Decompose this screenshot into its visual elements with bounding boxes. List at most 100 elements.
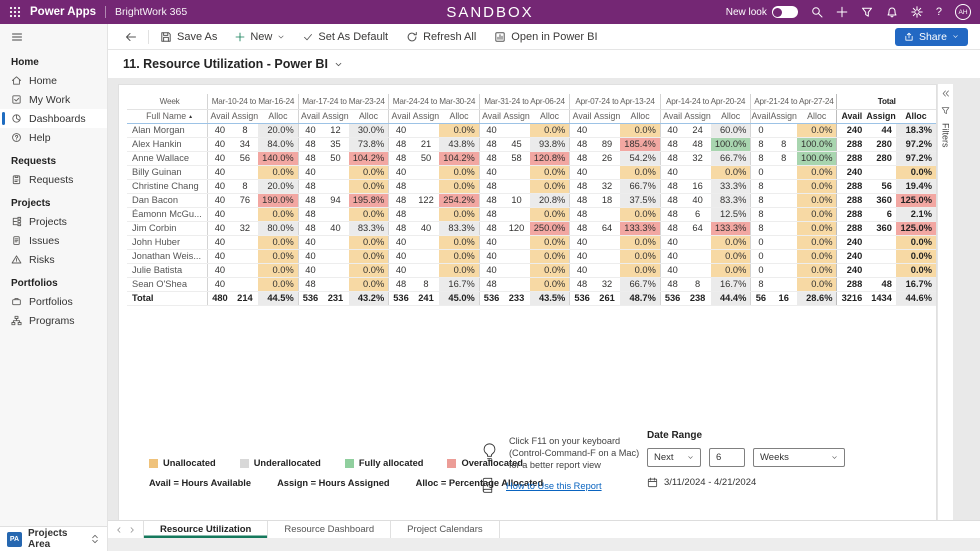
avatar[interactable]: AH: [955, 4, 971, 20]
waffle-icon[interactable]: [9, 6, 21, 18]
assign-cell: 32: [232, 221, 258, 235]
date-preset-dropdown[interactable]: Next: [647, 448, 701, 467]
date-count-input[interactable]: 6: [709, 448, 745, 467]
subcol-header-alloc[interactable]: Alloc: [711, 109, 751, 123]
report-tab-resource-dashboard[interactable]: Resource Dashboard: [268, 521, 391, 538]
subcol-header-assign[interactable]: Assign: [322, 109, 348, 123]
table-row: Jim Corbin403280.0%484083.3%484083.3%481…: [127, 221, 936, 235]
week-group-header[interactable]: Apr-07-24 to Apr-13-24: [570, 94, 661, 109]
sidebar-item-portfolios[interactable]: Portfolios: [0, 292, 107, 311]
subcol-header-avail[interactable]: Avail: [660, 109, 684, 123]
set-as-default-button[interactable]: Set As Default: [294, 24, 397, 49]
week-group-header[interactable]: Mar-24-24 to Mar-30-24: [389, 94, 480, 109]
week-group-header[interactable]: Mar-10-24 to Mar-16-24: [208, 94, 299, 109]
subcol-header-assign[interactable]: Assign: [594, 109, 620, 123]
save-as-button[interactable]: Save As: [151, 24, 226, 49]
avail-cell: 48: [389, 221, 413, 235]
subcol-header-alloc[interactable]: Alloc: [896, 109, 936, 123]
new-label: New: [250, 31, 272, 43]
title-chevron-icon[interactable]: [334, 60, 343, 69]
subcol-header-assign[interactable]: Assign: [770, 109, 796, 123]
sidebar-item-issues[interactable]: Issues: [0, 231, 107, 250]
filters-funnel-icon[interactable]: [941, 106, 950, 115]
table-total-row: Total48021444.5%53623143.2%53624145.0%53…: [127, 291, 936, 305]
avail-cell: 48: [570, 221, 594, 235]
create-icon[interactable]: [836, 6, 848, 18]
hamburger-menu[interactable]: [0, 24, 107, 48]
assign-cell: [866, 263, 896, 277]
subcol-header-alloc[interactable]: Alloc: [439, 109, 479, 123]
report-tab-project-calendars[interactable]: Project Calendars: [391, 521, 500, 538]
week-group-header[interactable]: Mar-31-24 to Apr-06-24: [479, 94, 570, 109]
filter-icon[interactable]: [861, 6, 873, 18]
alloc-cell: 83.3%: [349, 221, 389, 235]
full-name-header[interactable]: Full Name▲: [127, 109, 208, 123]
subcol-header-assign[interactable]: Assign: [866, 109, 896, 123]
app-name[interactable]: Power Apps: [30, 6, 96, 18]
week-group-header[interactable]: Apr-14-24 to Apr-20-24: [660, 94, 751, 109]
sidebar-item-risks[interactable]: Risks: [0, 250, 107, 269]
new-button[interactable]: New: [226, 24, 294, 49]
notifications-icon[interactable]: [886, 6, 898, 18]
subcol-header-avail[interactable]: Avail: [837, 109, 866, 123]
help-icon[interactable]: ?: [936, 6, 942, 18]
assign-cell: [503, 249, 529, 263]
alloc-cell: 0.0%: [530, 263, 570, 277]
avail-cell: 48: [660, 193, 684, 207]
avail-cell: 40: [660, 249, 684, 263]
subcol-header-assign[interactable]: Assign: [232, 109, 258, 123]
sidebar-item-projects[interactable]: Projects: [0, 212, 107, 231]
subcol-header-avail[interactable]: Avail: [479, 109, 503, 123]
subcol-header-avail[interactable]: Avail: [751, 109, 771, 123]
week-group-header[interactable]: Mar-17-24 to Mar-23-24: [298, 94, 389, 109]
back-button[interactable]: [116, 24, 146, 49]
sidebar-item-programs[interactable]: Programs: [0, 311, 107, 330]
subcol-header-avail[interactable]: Avail: [298, 109, 322, 123]
assign-cell: 120: [503, 221, 529, 235]
report-tab-resource-utilization[interactable]: Resource Utilization: [143, 521, 268, 538]
subcol-header-alloc[interactable]: Alloc: [349, 109, 389, 123]
alloc-cell: 104.2%: [439, 151, 479, 165]
tab-next-icon[interactable]: [128, 526, 136, 534]
expand-filters-icon[interactable]: [941, 89, 950, 98]
subcol-header-alloc[interactable]: Alloc: [620, 109, 660, 123]
sidebar-item-help[interactable]: Help: [0, 128, 107, 147]
tab-prev-icon[interactable]: [115, 526, 123, 534]
sidebar-item-my-work[interactable]: My Work: [0, 90, 107, 109]
avail-cell: 3216: [837, 291, 866, 305]
alloc-cell: 0.0%: [797, 249, 837, 263]
alloc-cell: 0.0%: [530, 165, 570, 179]
sidebar-item-dashboards[interactable]: Dashboards: [0, 109, 107, 128]
subcol-header-assign[interactable]: Assign: [413, 109, 439, 123]
new-look-toggle[interactable]: [772, 6, 798, 18]
row-name-cell: Julie Batista: [127, 263, 208, 277]
subcol-header-avail[interactable]: Avail: [389, 109, 413, 123]
subcol-header-alloc[interactable]: Alloc: [530, 109, 570, 123]
refresh-all-button[interactable]: Refresh All: [397, 24, 485, 49]
subcol-header-avail[interactable]: Avail: [570, 109, 594, 123]
subcol-header-alloc[interactable]: Alloc: [797, 109, 837, 123]
environment-name[interactable]: BrightWork 365: [115, 6, 187, 18]
week-group-header[interactable]: Total: [837, 94, 936, 109]
week-group-header[interactable]: Apr-21-24 to Apr-27-24: [751, 94, 837, 109]
date-unit-dropdown[interactable]: Weeks: [753, 448, 845, 467]
subcol-header-assign[interactable]: Assign: [503, 109, 529, 123]
sidebar-item-requests[interactable]: Requests: [0, 170, 107, 189]
share-button[interactable]: Share: [895, 28, 968, 46]
sidebar-item-home[interactable]: Home: [0, 71, 107, 90]
tip-block: Click F11 on your keyboard (Control-Comm…: [479, 435, 639, 494]
how-to-use-link[interactable]: How to Use this Report: [506, 481, 602, 491]
settings-gear-icon[interactable]: [911, 6, 923, 18]
title-bar: 11. Resource Utilization - Power BI: [108, 50, 980, 78]
subcol-header-avail[interactable]: Avail: [208, 109, 232, 123]
area-switcher[interactable]: PA Projects Area: [0, 526, 107, 551]
sidebar-item-label: Home: [29, 75, 57, 87]
open-in-power-bi-button[interactable]: Open in Power BI: [485, 24, 606, 49]
search-icon[interactable]: [811, 6, 823, 18]
alloc-cell: 0.0%: [530, 207, 570, 221]
row-name-cell: John Huber: [127, 235, 208, 249]
subcol-header-alloc[interactable]: Alloc: [258, 109, 298, 123]
avail-cell: 48: [660, 221, 684, 235]
subcol-header-assign[interactable]: Assign: [684, 109, 710, 123]
assign-cell: [413, 263, 439, 277]
